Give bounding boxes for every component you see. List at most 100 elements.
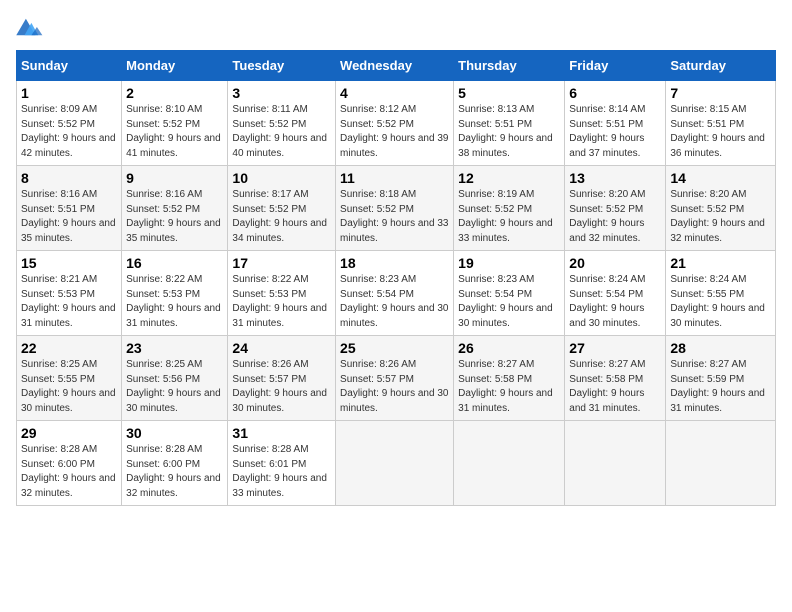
day-number: 28 <box>670 340 771 356</box>
day-info: Sunrise: 8:24 AM Sunset: 5:55 PM Dayligh… <box>670 273 771 331</box>
day-info: Sunrise: 8:26 AM Sunset: 5:57 PM Dayligh… <box>340 358 449 416</box>
day-number: 2 <box>126 85 223 101</box>
table-row: 18 Sunrise: 8:23 AM Sunset: 5:54 PM Dayl… <box>336 251 454 336</box>
col-friday: Friday <box>565 51 666 81</box>
sunrise-label: Sunrise: 8:10 AM <box>126 104 202 115</box>
day-info: Sunrise: 8:17 AM Sunset: 5:52 PM Dayligh… <box>232 188 331 246</box>
day-info: Sunrise: 8:24 AM Sunset: 5:54 PM Dayligh… <box>569 273 661 331</box>
table-row: 28 Sunrise: 8:27 AM Sunset: 5:59 PM Dayl… <box>666 336 776 421</box>
day-number: 21 <box>670 255 771 271</box>
day-number: 25 <box>340 340 449 356</box>
sunset-label: Sunset: 5:54 PM <box>458 289 532 300</box>
day-number: 22 <box>21 340 117 356</box>
day-info: Sunrise: 8:14 AM Sunset: 5:51 PM Dayligh… <box>569 103 661 161</box>
daylight-label: Daylight: 9 hours and 30 minutes. <box>569 303 644 329</box>
table-row: 30 Sunrise: 8:28 AM Sunset: 6:00 PM Dayl… <box>122 421 228 506</box>
sunrise-label: Sunrise: 8:25 AM <box>126 359 202 370</box>
day-info: Sunrise: 8:16 AM Sunset: 5:52 PM Dayligh… <box>126 188 223 246</box>
day-number: 5 <box>458 85 560 101</box>
table-row: 4 Sunrise: 8:12 AM Sunset: 5:52 PM Dayli… <box>336 81 454 166</box>
col-tuesday: Tuesday <box>228 51 336 81</box>
calendar-header-row: Sunday Monday Tuesday Wednesday Thursday… <box>17 51 776 81</box>
day-info: Sunrise: 8:19 AM Sunset: 5:52 PM Dayligh… <box>458 188 560 246</box>
sunset-label: Sunset: 5:52 PM <box>126 119 200 130</box>
sunrise-label: Sunrise: 8:25 AM <box>21 359 97 370</box>
sunset-label: Sunset: 5:53 PM <box>21 289 95 300</box>
logo-icon <box>16 16 44 38</box>
sunrise-label: Sunrise: 8:26 AM <box>232 359 308 370</box>
daylight-label: Daylight: 9 hours and 36 minutes. <box>670 133 765 159</box>
sunrise-label: Sunrise: 8:12 AM <box>340 104 416 115</box>
calendar-table: Sunday Monday Tuesday Wednesday Thursday… <box>16 50 776 506</box>
table-row: 10 Sunrise: 8:17 AM Sunset: 5:52 PM Dayl… <box>228 166 336 251</box>
table-row: 29 Sunrise: 8:28 AM Sunset: 6:00 PM Dayl… <box>17 421 122 506</box>
sunset-label: Sunset: 5:51 PM <box>21 204 95 215</box>
day-info: Sunrise: 8:28 AM Sunset: 6:00 PM Dayligh… <box>126 443 223 501</box>
daylight-label: Daylight: 9 hours and 40 minutes. <box>232 133 327 159</box>
day-number: 9 <box>126 170 223 186</box>
day-info: Sunrise: 8:20 AM Sunset: 5:52 PM Dayligh… <box>670 188 771 246</box>
sunrise-label: Sunrise: 8:09 AM <box>21 104 97 115</box>
calendar-row: 15 Sunrise: 8:21 AM Sunset: 5:53 PM Dayl… <box>17 251 776 336</box>
daylight-label: Daylight: 9 hours and 32 minutes. <box>670 218 765 244</box>
sunrise-label: Sunrise: 8:24 AM <box>569 274 645 285</box>
day-number: 15 <box>21 255 117 271</box>
sunset-label: Sunset: 5:52 PM <box>340 119 414 130</box>
daylight-label: Daylight: 9 hours and 30 minutes. <box>126 388 221 414</box>
sunset-label: Sunset: 5:57 PM <box>232 374 306 385</box>
calendar-row: 22 Sunrise: 8:25 AM Sunset: 5:55 PM Dayl… <box>17 336 776 421</box>
daylight-label: Daylight: 9 hours and 31 minutes. <box>569 388 644 414</box>
day-number: 8 <box>21 170 117 186</box>
day-number: 17 <box>232 255 331 271</box>
sunset-label: Sunset: 5:55 PM <box>21 374 95 385</box>
day-number: 16 <box>126 255 223 271</box>
day-number: 1 <box>21 85 117 101</box>
sunrise-label: Sunrise: 8:18 AM <box>340 189 416 200</box>
table-row: 9 Sunrise: 8:16 AM Sunset: 5:52 PM Dayli… <box>122 166 228 251</box>
day-number: 30 <box>126 425 223 441</box>
table-row: 13 Sunrise: 8:20 AM Sunset: 5:52 PM Dayl… <box>565 166 666 251</box>
col-wednesday: Wednesday <box>336 51 454 81</box>
day-info: Sunrise: 8:27 AM Sunset: 5:58 PM Dayligh… <box>569 358 661 416</box>
daylight-label: Daylight: 9 hours and 31 minutes. <box>670 388 765 414</box>
sunrise-label: Sunrise: 8:23 AM <box>458 274 534 285</box>
daylight-label: Daylight: 9 hours and 33 minutes. <box>340 218 448 244</box>
day-info: Sunrise: 8:23 AM Sunset: 5:54 PM Dayligh… <box>458 273 560 331</box>
table-row: 20 Sunrise: 8:24 AM Sunset: 5:54 PM Dayl… <box>565 251 666 336</box>
daylight-label: Daylight: 9 hours and 30 minutes. <box>21 388 116 414</box>
day-info: Sunrise: 8:15 AM Sunset: 5:51 PM Dayligh… <box>670 103 771 161</box>
col-thursday: Thursday <box>454 51 565 81</box>
sunset-label: Sunset: 5:52 PM <box>569 204 643 215</box>
sunset-label: Sunset: 5:52 PM <box>232 204 306 215</box>
table-row: 19 Sunrise: 8:23 AM Sunset: 5:54 PM Dayl… <box>454 251 565 336</box>
day-info: Sunrise: 8:12 AM Sunset: 5:52 PM Dayligh… <box>340 103 449 161</box>
sunset-label: Sunset: 6:00 PM <box>126 459 200 470</box>
day-info: Sunrise: 8:13 AM Sunset: 5:51 PM Dayligh… <box>458 103 560 161</box>
sunrise-label: Sunrise: 8:13 AM <box>458 104 534 115</box>
table-row: 31 Sunrise: 8:28 AM Sunset: 6:01 PM Dayl… <box>228 421 336 506</box>
sunset-label: Sunset: 5:57 PM <box>340 374 414 385</box>
daylight-label: Daylight: 9 hours and 34 minutes. <box>232 218 327 244</box>
day-number: 7 <box>670 85 771 101</box>
table-row: 22 Sunrise: 8:25 AM Sunset: 5:55 PM Dayl… <box>17 336 122 421</box>
day-info: Sunrise: 8:25 AM Sunset: 5:55 PM Dayligh… <box>21 358 117 416</box>
day-info: Sunrise: 8:22 AM Sunset: 5:53 PM Dayligh… <box>232 273 331 331</box>
sunrise-label: Sunrise: 8:11 AM <box>232 104 307 115</box>
daylight-label: Daylight: 9 hours and 31 minutes. <box>126 303 221 329</box>
daylight-label: Daylight: 9 hours and 30 minutes. <box>670 303 765 329</box>
day-info: Sunrise: 8:20 AM Sunset: 5:52 PM Dayligh… <box>569 188 661 246</box>
day-number: 14 <box>670 170 771 186</box>
day-info: Sunrise: 8:16 AM Sunset: 5:51 PM Dayligh… <box>21 188 117 246</box>
sunrise-label: Sunrise: 8:17 AM <box>232 189 308 200</box>
sunset-label: Sunset: 5:51 PM <box>670 119 744 130</box>
day-info: Sunrise: 8:09 AM Sunset: 5:52 PM Dayligh… <box>21 103 117 161</box>
table-row: 16 Sunrise: 8:22 AM Sunset: 5:53 PM Dayl… <box>122 251 228 336</box>
day-number: 10 <box>232 170 331 186</box>
day-number: 4 <box>340 85 449 101</box>
sunset-label: Sunset: 5:52 PM <box>21 119 95 130</box>
day-number: 20 <box>569 255 661 271</box>
daylight-label: Daylight: 9 hours and 32 minutes. <box>126 473 221 499</box>
daylight-label: Daylight: 9 hours and 35 minutes. <box>21 218 116 244</box>
sunrise-label: Sunrise: 8:16 AM <box>21 189 97 200</box>
daylight-label: Daylight: 9 hours and 32 minutes. <box>569 218 644 244</box>
